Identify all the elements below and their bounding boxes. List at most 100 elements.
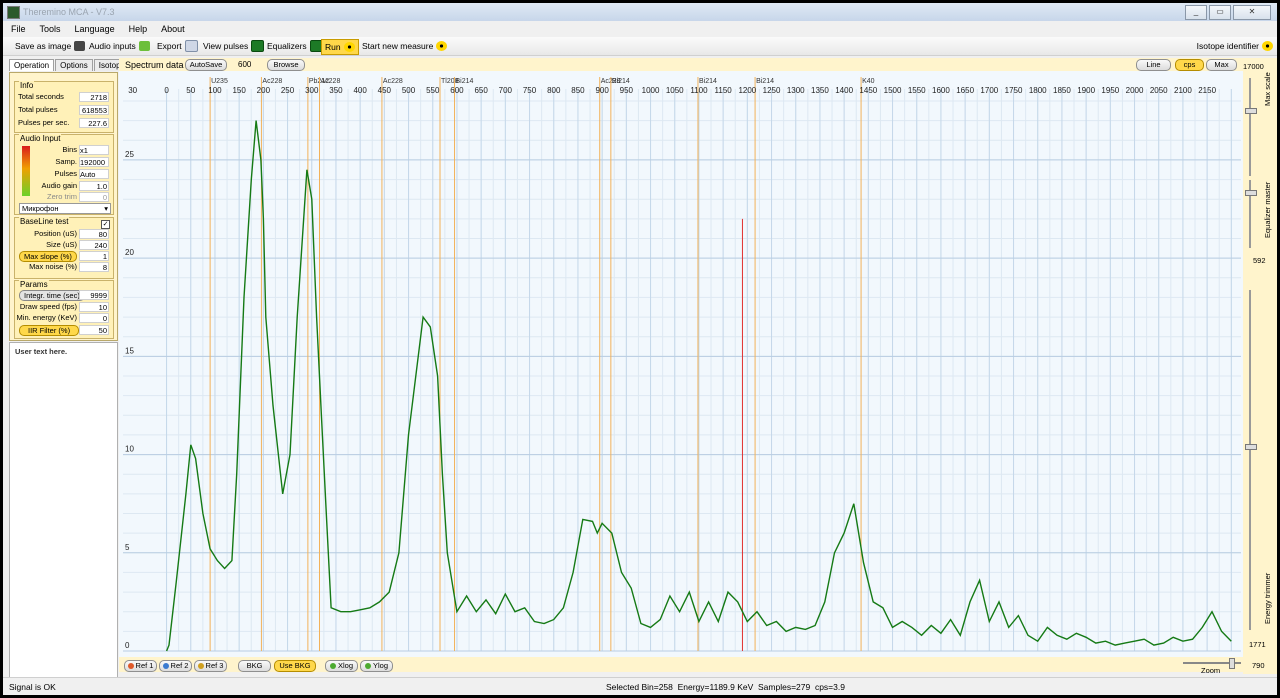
use-bkg-button[interactable]: Use BKG xyxy=(274,660,316,672)
scale-top-value: 17000 xyxy=(1243,62,1264,71)
radiation-icon-3 xyxy=(1262,41,1273,51)
ylog-dot-icon xyxy=(364,663,371,670)
save-image-button[interactable]: Save as image xyxy=(15,39,86,53)
zoom-label: Zoom xyxy=(1201,666,1221,675)
min-energy-label: Min. energy (KeV) xyxy=(16,313,77,322)
start-new-label: Start new measure xyxy=(362,41,434,51)
iir-value[interactable]: 50 xyxy=(79,325,109,335)
menu-tools[interactable]: Tools xyxy=(32,24,67,34)
app-window: Theremino MCA - V7.3 _ ▭ ✕ File Tools La… xyxy=(3,3,1277,695)
spectrum-svg[interactable]: U235Ac228Pb212Ac228Ac228Tl208Bi214Ac228B… xyxy=(119,71,1243,657)
total-seconds-value: 2718 xyxy=(79,92,109,102)
autosave-button[interactable]: AutoSave xyxy=(185,59,227,71)
ref1-label: Ref 1 xyxy=(135,661,154,670)
start-new-measure-button[interactable]: Start new measure xyxy=(362,39,448,53)
line-button[interactable]: Line xyxy=(1136,59,1171,71)
max-scale-thumb[interactable] xyxy=(1245,108,1257,114)
menu-about[interactable]: About xyxy=(153,24,191,34)
x-tick-label: 50 xyxy=(186,86,195,95)
bkg-button[interactable]: BKG xyxy=(238,660,271,672)
tab-options[interactable]: Options xyxy=(55,59,93,71)
menu-language[interactable]: Language xyxy=(67,24,121,34)
export-button[interactable]: Export xyxy=(157,39,198,53)
zero-trim-value: 0 xyxy=(79,192,109,202)
max-button[interactable]: Max xyxy=(1206,59,1237,71)
audio-inputs-label: Audio inputs xyxy=(89,41,136,51)
zoom-slider[interactable] xyxy=(1183,658,1241,669)
x-tick-label: 1650 xyxy=(956,86,974,95)
menu-help[interactable]: Help xyxy=(121,24,154,34)
total-seconds-label: Total seconds xyxy=(18,92,64,101)
audio-input-group: Audio Input Bins x1 Samp. 192000 Pulses … xyxy=(14,134,114,215)
min-energy-row: Min. energy (KeV) 0 xyxy=(15,313,113,324)
window-controls: _ ▭ ✕ xyxy=(1183,5,1271,20)
camera-icon xyxy=(74,41,86,51)
user-text-area[interactable]: User text here. xyxy=(9,342,118,680)
menu-bar: File Tools Language Help About xyxy=(3,21,1277,37)
equalizer-master-thumb[interactable] xyxy=(1245,190,1257,196)
baseline-checkbox[interactable]: ✓ xyxy=(101,220,110,229)
x-tick-label: 2150 xyxy=(1198,86,1216,95)
export-icon xyxy=(184,40,198,52)
x-tick-label: 600 xyxy=(450,86,464,95)
max-slope-button[interactable]: Max slope (%) xyxy=(19,251,77,262)
isotope-label: Bi214 xyxy=(756,78,774,85)
min-energy-value[interactable]: 0 xyxy=(79,313,109,323)
spectrum-chart[interactable]: U235Ac228Pb212Ac228Ac228Tl208Bi214Ac228B… xyxy=(119,71,1243,657)
equalizer-value: 592 xyxy=(1253,256,1266,265)
total-seconds-row: Total seconds 2718 xyxy=(15,92,113,103)
wave-icon xyxy=(251,40,265,52)
audio-device-select[interactable]: Микрофон ▾ xyxy=(19,203,111,214)
size-value[interactable]: 240 xyxy=(79,240,109,250)
baseline-title: BaseLine test xyxy=(19,217,70,226)
bins-label: Bins xyxy=(62,145,77,154)
close-button[interactable]: ✕ xyxy=(1233,5,1271,20)
view-pulses-button[interactable]: View pulses xyxy=(203,39,265,53)
left-tabs: Operation Options Isotopes xyxy=(9,59,135,71)
iir-filter-button[interactable]: IIR Filter (%) xyxy=(19,325,80,336)
trim-value: 1771 xyxy=(1249,640,1266,649)
minimize-button[interactable]: _ xyxy=(1185,5,1207,20)
x-tick-label: 1150 xyxy=(715,86,733,95)
ref1-button[interactable]: Ref 1 xyxy=(124,660,157,672)
y-tick-label: 15 xyxy=(125,346,134,355)
integr-row: Integr. time (sec) 9999 xyxy=(15,290,113,301)
equalizers-button[interactable]: Equalizers xyxy=(267,39,323,53)
samp-select[interactable]: 192000 xyxy=(79,157,109,167)
xlog-button[interactable]: Xlog xyxy=(325,660,358,672)
integr-time-button[interactable]: Integr. time (sec) xyxy=(19,290,85,301)
equalizer-master-slider[interactable] xyxy=(1245,180,1257,248)
bins-select[interactable]: x1 xyxy=(79,145,109,155)
integr-value[interactable]: 9999 xyxy=(79,290,109,300)
isotope-identifier-button[interactable]: Isotope identifier xyxy=(1197,39,1273,53)
menu-file[interactable]: File xyxy=(3,24,32,34)
max-scale-slider[interactable] xyxy=(1245,78,1257,176)
tab-operation[interactable]: Operation xyxy=(9,59,55,71)
ref2-button[interactable]: Ref 2 xyxy=(159,660,192,672)
autosave-value[interactable]: 600 xyxy=(238,60,251,69)
x-tick-label: 1400 xyxy=(835,86,853,95)
spectrum-data-label: Spectrum data xyxy=(125,60,184,70)
energy-trimmer-slider[interactable] xyxy=(1245,290,1257,630)
position-value[interactable]: 80 xyxy=(79,229,109,239)
baseline-group: BaseLine test ✓ Position (uS) 80 Size (u… xyxy=(14,217,114,279)
radiation-icon xyxy=(343,42,355,52)
x-tick-label: 300 xyxy=(305,86,319,95)
draw-speed-value[interactable]: 10 xyxy=(79,302,109,312)
ylog-button[interactable]: Ylog xyxy=(360,660,393,672)
audio-gain-value[interactable]: 1.0 xyxy=(79,181,109,191)
run-button[interactable]: Run xyxy=(321,39,359,55)
audio-inputs-button[interactable]: Audio inputs xyxy=(89,39,150,53)
isotope-label: Ac228 xyxy=(262,78,282,85)
x-tick-label: 1000 xyxy=(642,86,660,95)
browse-button[interactable]: Browse xyxy=(267,59,305,71)
zoom-slider-thumb[interactable] xyxy=(1229,658,1235,669)
ref3-label: Ref 3 xyxy=(205,661,224,670)
pulses-select[interactable]: Auto xyxy=(79,169,109,179)
ref3-button[interactable]: Ref 3 xyxy=(194,660,227,672)
max-slope-value[interactable]: 1 xyxy=(79,251,109,261)
energy-trimmer-thumb[interactable] xyxy=(1245,444,1257,450)
maximize-button[interactable]: ▭ xyxy=(1209,5,1231,20)
max-noise-value[interactable]: 8 xyxy=(79,262,109,272)
cps-button[interactable]: cps xyxy=(1175,59,1204,71)
